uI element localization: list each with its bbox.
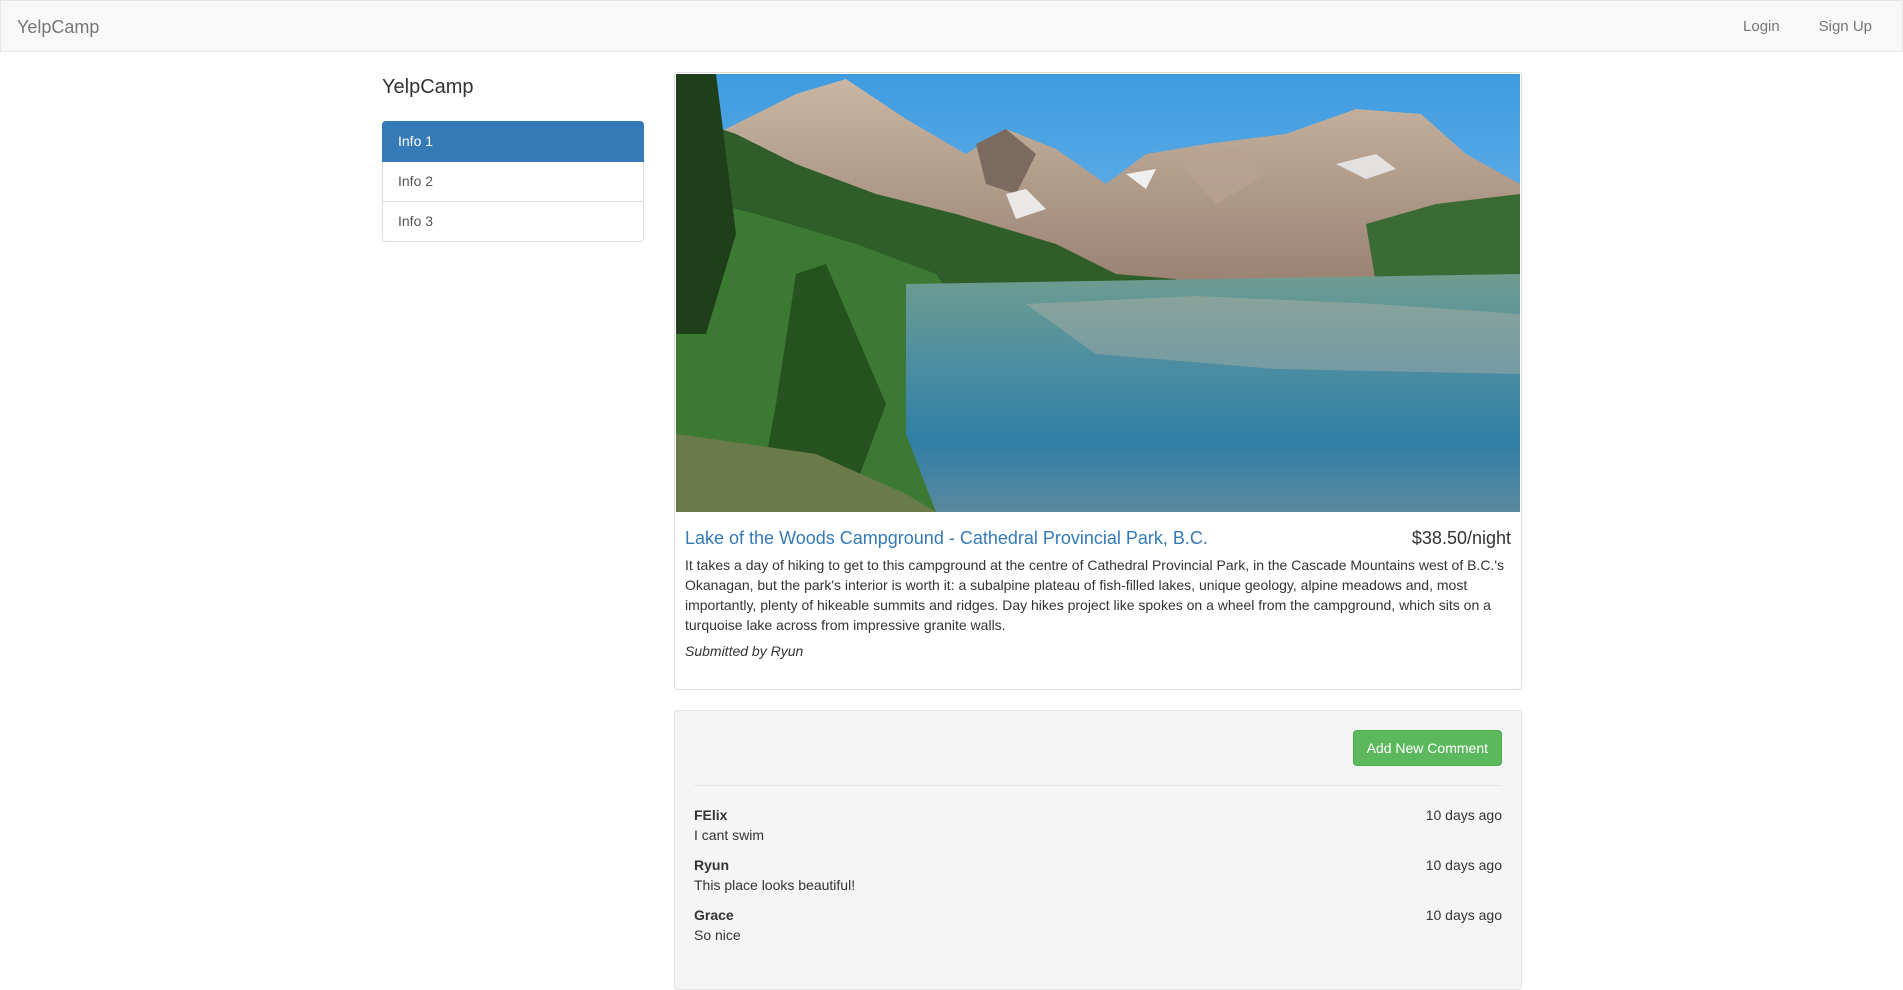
comment-text: This place looks beautiful!: [694, 877, 856, 893]
sidebar-list: Info 1 Info 2 Info 3: [382, 121, 644, 242]
description-line: Okanagan, but the park's interior is wor…: [685, 577, 1468, 593]
description-line: importantly, plenty of hikeable summits …: [685, 597, 1491, 613]
comment-time: 10 days ago: [1425, 807, 1502, 823]
comment-author: Grace: [694, 907, 734, 923]
description-line: It takes a day of hiking to get to this …: [685, 557, 1504, 573]
comments-well: Add New Comment FElix 10 days ago I cant…: [674, 710, 1522, 990]
comment-text: I cant swim: [694, 827, 765, 843]
submitted-by: Submitted by Ryun: [685, 643, 804, 659]
signup-link[interactable]: Sign Up: [1819, 18, 1872, 35]
login-link[interactable]: Login: [1743, 18, 1780, 35]
sidebar-title: YelpCamp: [382, 76, 474, 98]
sidebar-item-info-2[interactable]: Info 2: [382, 161, 644, 202]
navbar-brand[interactable]: YelpCamp: [17, 17, 99, 37]
comment-time: 10 days ago: [1425, 907, 1502, 923]
comments-divider: [694, 785, 1502, 786]
comment-item: FElix 10 days ago I cant swim: [694, 805, 1502, 845]
navbar: YelpCamp Login Sign Up: [0, 0, 1903, 52]
campground-description: It takes a day of hiking to get to this …: [685, 555, 1513, 635]
comment-time: 10 days ago: [1425, 857, 1502, 873]
comment-text: So nice: [694, 927, 741, 943]
campground-image: [676, 74, 1520, 512]
comment-author: Ryun: [694, 857, 729, 873]
add-new-comment-button[interactable]: Add New Comment: [1352, 730, 1502, 766]
comment-item: Grace 10 days ago So nice: [694, 905, 1502, 945]
comment-item: Ryun 10 days ago This place looks beauti…: [694, 855, 1502, 895]
sidebar-item-info-3[interactable]: Info 3: [382, 201, 644, 242]
campground-name-link[interactable]: Lake of the Woods Campground - Cathedral…: [685, 527, 1208, 549]
sidebar-item-info-1[interactable]: Info 1: [382, 121, 644, 162]
campground-card: Lake of the Woods Campground - Cathedral…: [674, 72, 1522, 690]
campground-price: $38.50/night: [1411, 528, 1511, 548]
description-line: turquoise lake across from impressive gr…: [685, 617, 1006, 633]
comment-author: FElix: [694, 807, 728, 823]
navbar-right-links: Login Sign Up: [1708, 18, 1872, 36]
